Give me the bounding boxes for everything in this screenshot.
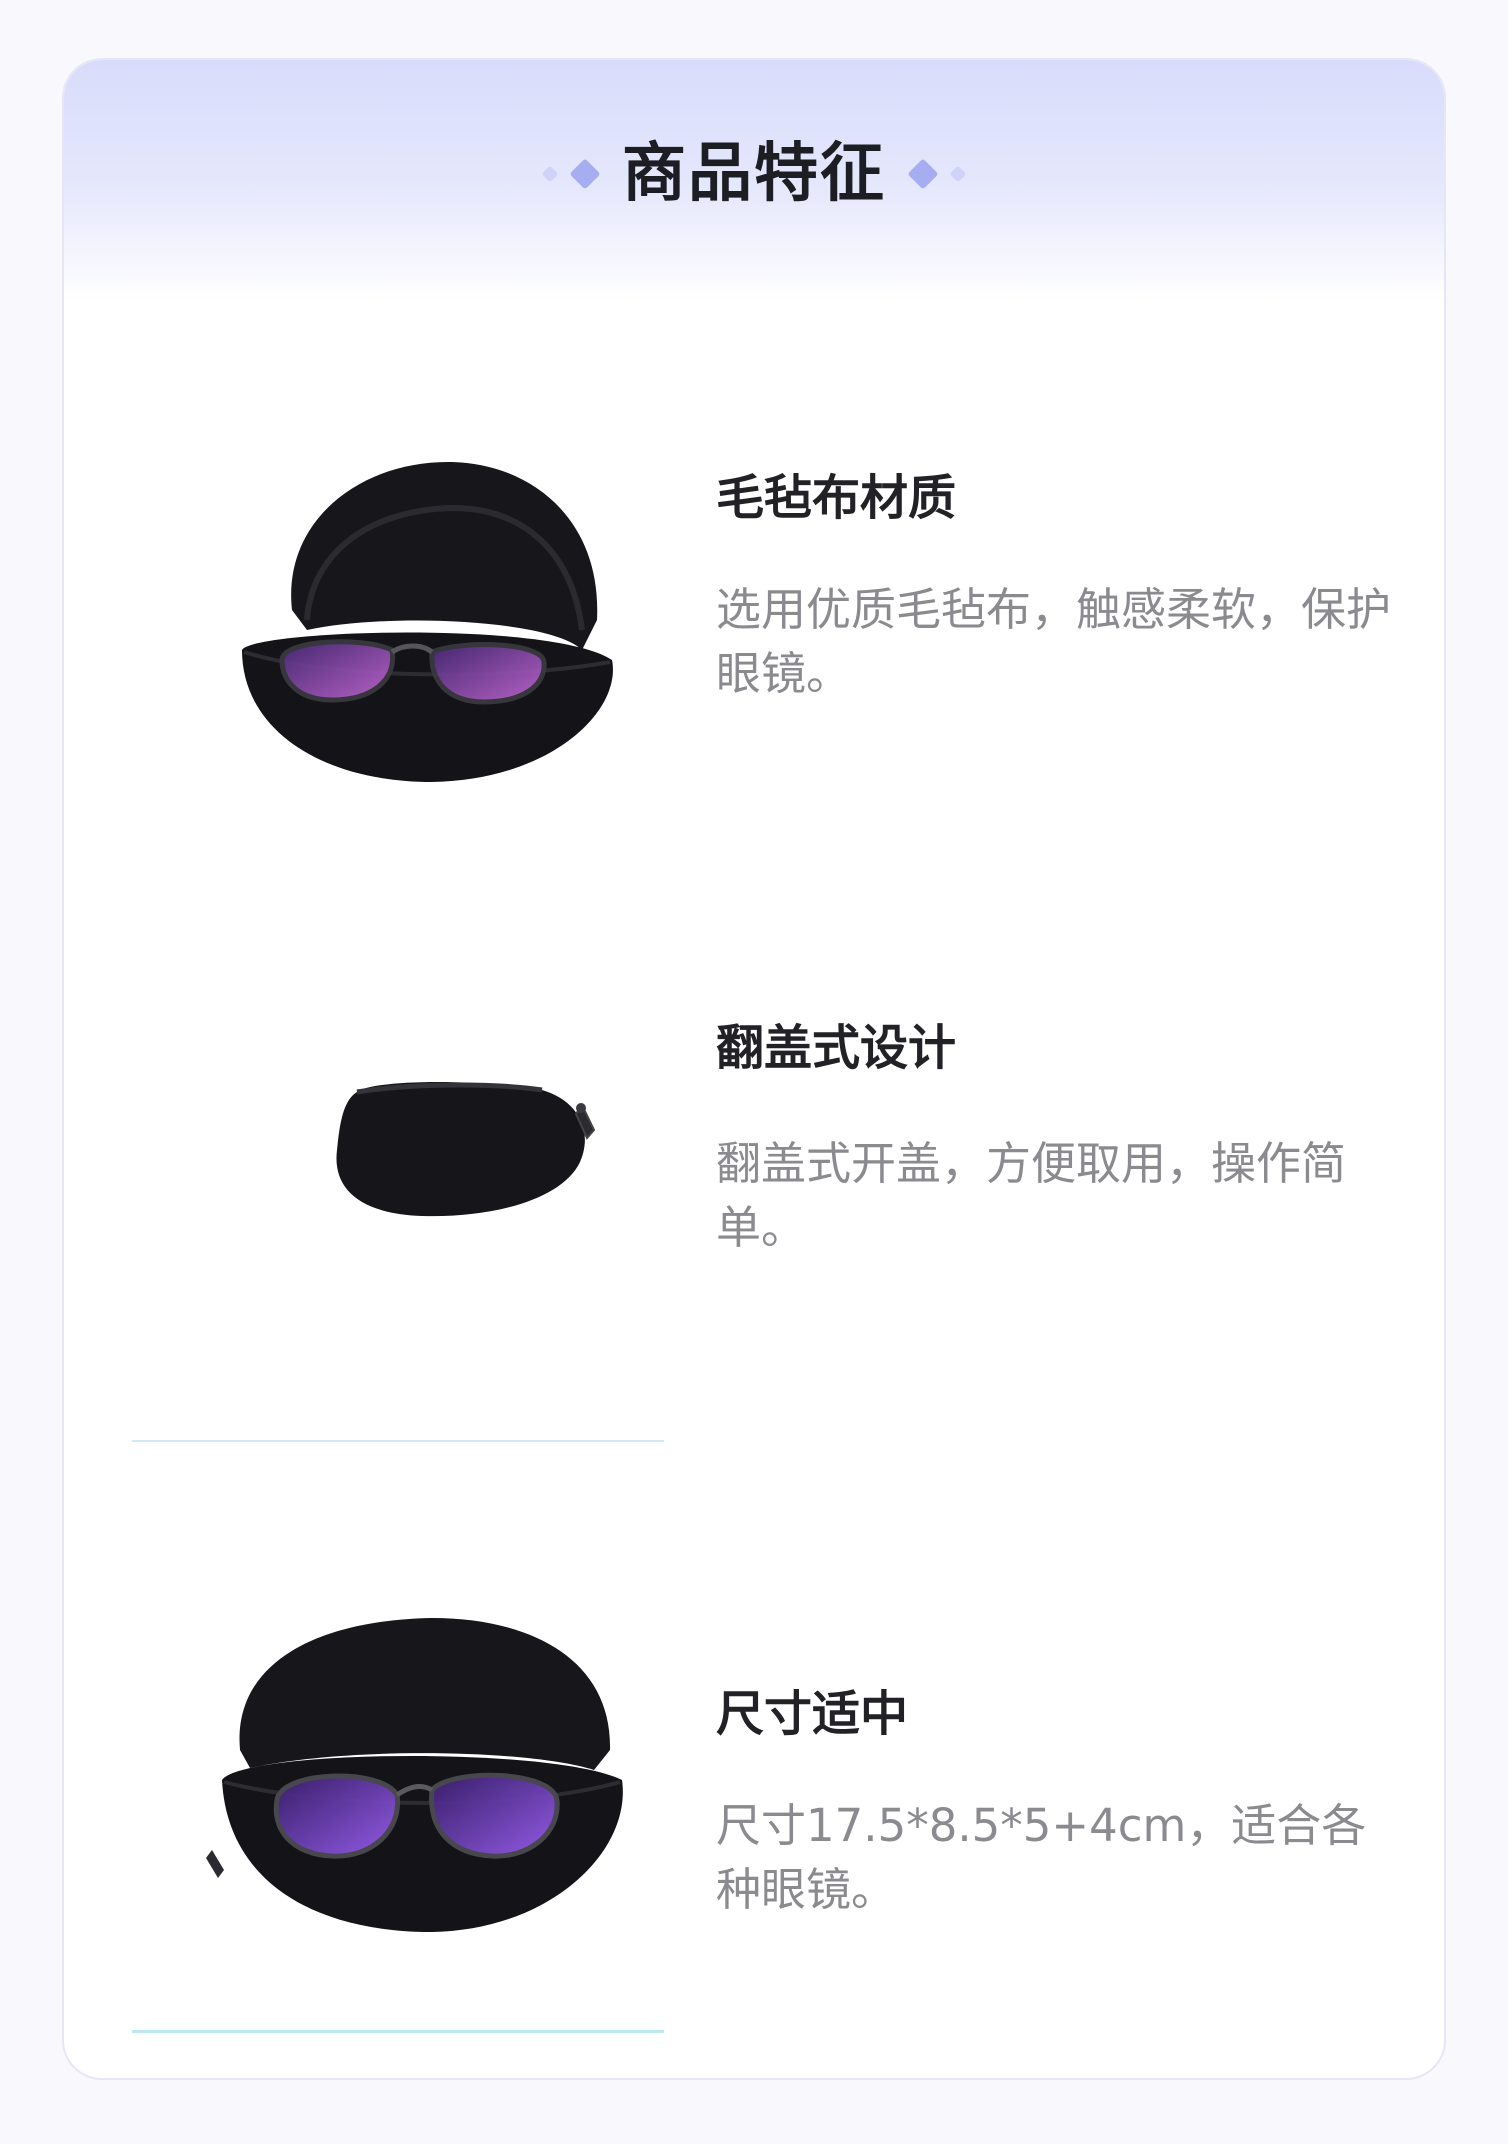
feature-item-felt-material: 毛毡布材质 选用优质毛毡布，触感柔软，保护眼镜。 [64, 350, 1444, 870]
section-title: 商品特征 [622, 137, 886, 211]
open-case-glasses-icon [206, 1618, 623, 1932]
feature-title: 翻盖式设计 [716, 1020, 957, 1076]
closed-zipper-case-icon [336, 1081, 596, 1217]
feature-title: 毛毡布材质 [716, 470, 957, 526]
product-image [132, 900, 664, 1442]
feature-description: 选用优质毛毡布，触感柔软，保护眼镜。 [716, 583, 1392, 700]
product-image [132, 1450, 664, 2033]
small-diamond-icon [949, 165, 967, 183]
left-diamond-decoration [541, 158, 601, 190]
feature-title: 尺寸适中 [716, 1686, 909, 1742]
open-glasses-case-icon [242, 461, 613, 782]
small-diamond-icon [541, 165, 559, 183]
large-diamond-icon [907, 158, 939, 190]
product-features-card: 商品特征 毛毡布材质 选用优质毛毡布，触感柔软，保护眼镜。 翻盖式设计 翻盖式开… [62, 58, 1446, 2080]
right-diamond-decoration [907, 158, 967, 190]
feature-item-size: 尺寸适中 尺寸17.5*8.5*5+4cm，适合各种眼镜。 [64, 1450, 1444, 2033]
large-diamond-icon [569, 158, 601, 190]
feature-item-flip-design: 翻盖式设计 翻盖式开盖，方便取用，操作简单。 [64, 900, 1444, 1442]
feature-description: 翻盖式开盖，方便取用，操作简单。 [716, 1137, 1347, 1254]
feature-description: 尺寸17.5*8.5*5+4cm，适合各种眼镜。 [716, 1799, 1367, 1916]
section-title-row: 商品特征 [64, 142, 1444, 206]
card-header: 商品特征 [64, 60, 1444, 300]
product-image [132, 350, 664, 870]
